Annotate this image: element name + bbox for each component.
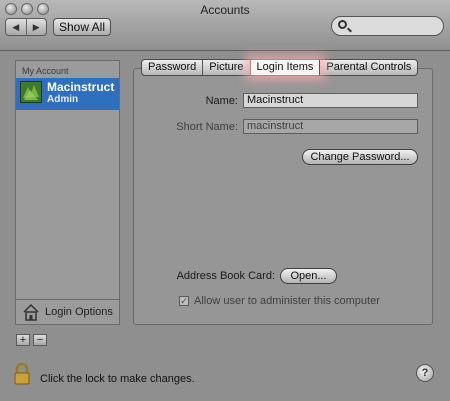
tab-parental-controls[interactable]: Parental Controls: [320, 60, 417, 75]
checkmark-icon: ✓: [180, 296, 188, 306]
back-forward-control: ◀ ▶: [5, 18, 47, 36]
add-account-button[interactable]: +: [16, 334, 30, 346]
name-label: Name:: [205, 95, 238, 107]
sidebar-header: My Account: [22, 66, 69, 76]
open-address-book-button[interactable]: Open...: [280, 268, 337, 284]
account-role: Admin: [47, 94, 79, 105]
login-options-label: Login Options: [45, 306, 113, 318]
account-name: Macinstruct: [47, 80, 115, 94]
tab-picture[interactable]: Picture: [203, 60, 251, 75]
avatar: [20, 81, 42, 103]
login-options-item[interactable]: Login Options: [16, 299, 119, 325]
tab-login-items[interactable]: Login Items: [250, 60, 321, 75]
back-arrow-icon[interactable]: ◀: [6, 19, 27, 35]
tab-password[interactable]: Password: [142, 60, 204, 75]
lock-message: Click the lock to make changes.: [40, 373, 195, 385]
search-icon: [338, 20, 347, 29]
accounts-window: Accounts ◀ ▶ Show All My Account Macinst…: [0, 0, 450, 401]
window-title: Accounts: [200, 3, 250, 17]
show-all-button[interactable]: Show All: [53, 18, 111, 36]
house-icon: [23, 303, 39, 321]
help-button[interactable]: ?: [416, 364, 434, 382]
short-name-label: Short Name:: [176, 121, 238, 133]
forward-arrow-icon[interactable]: ▶: [27, 19, 47, 35]
admin-checkbox-label: Allow user to administer this computer: [194, 295, 380, 307]
address-book-card-label: Address Book Card:: [176, 270, 275, 282]
admin-checkbox[interactable]: ✓: [179, 296, 189, 306]
title-bar: Accounts ◀ ▶ Show All: [0, 0, 450, 51]
sidebar-account-item[interactable]: Macinstruct Admin: [16, 78, 119, 110]
accounts-sidebar: My Account Macinstruct Admin Login Optio…: [15, 60, 120, 325]
name-field[interactable]: Macinstruct: [243, 93, 418, 108]
short-name-field: macinstruct: [243, 119, 418, 134]
tab-bar: Password Picture Login Items Parental Co…: [141, 59, 419, 76]
lock-icon[interactable]: [14, 363, 30, 385]
remove-account-button[interactable]: −: [33, 334, 47, 346]
search-field[interactable]: [331, 16, 444, 36]
change-password-button[interactable]: Change Password...: [302, 149, 418, 165]
